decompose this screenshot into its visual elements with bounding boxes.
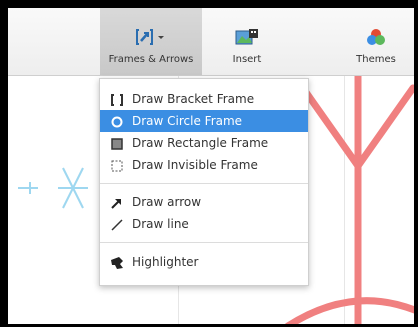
menu-item-draw-rectangle-frame[interactable]: Draw Rectangle Frame [100,132,308,154]
snowflake-decoration [18,167,88,209]
menu-item-highlighter[interactable]: Highlighter [100,251,308,273]
menu-item-draw-bracket-frame[interactable]: Draw Bracket Frame [100,88,308,110]
frames-arrows-dropdown: Draw Bracket Frame Draw Circle Frame Dra… [99,78,309,286]
menu-separator [100,242,308,243]
frames-arrows-label: Frames & Arrows [108,54,194,65]
menu-item-draw-circle-frame[interactable]: Draw Circle Frame [100,110,308,132]
line-icon [110,217,124,231]
invisible-frame-icon [110,158,124,172]
menu-item-label: Draw line [132,217,189,231]
themes-icon [366,28,386,49]
insert-label: Insert [232,54,262,65]
toolbar: Frames & Arrows Insert Themes [8,8,414,76]
menu-item-draw-line[interactable]: Draw line [100,213,308,235]
menu-separator [100,183,308,184]
insert-button[interactable]: Insert [212,8,282,75]
highlighter-icon [110,255,124,269]
frames-arrows-icon [136,28,166,49]
insert-image-icon [235,28,259,49]
themes-label: Themes [356,54,396,65]
menu-item-draw-invisible-frame[interactable]: Draw Invisible Frame [100,154,308,176]
menu-item-label: Highlighter [132,255,199,269]
themes-button[interactable]: Themes [338,8,414,75]
menu-item-label: Draw Rectangle Frame [132,136,269,150]
menu-item-label: Draw Invisible Frame [132,158,258,172]
menu-item-label: Draw arrow [132,195,202,209]
app-window: Frames & Arrows Insert Themes Draw Brack… [8,8,414,324]
bracket-frame-icon [110,92,124,106]
menu-item-draw-arrow[interactable]: Draw arrow [100,191,308,213]
menu-item-label: Draw Circle Frame [132,114,243,128]
circle-frame-icon [110,114,124,128]
frames-arrows-button[interactable]: Frames & Arrows [100,8,202,75]
rectangle-frame-icon [110,136,124,150]
menu-item-label: Draw Bracket Frame [132,92,255,106]
arrow-icon [110,195,124,209]
